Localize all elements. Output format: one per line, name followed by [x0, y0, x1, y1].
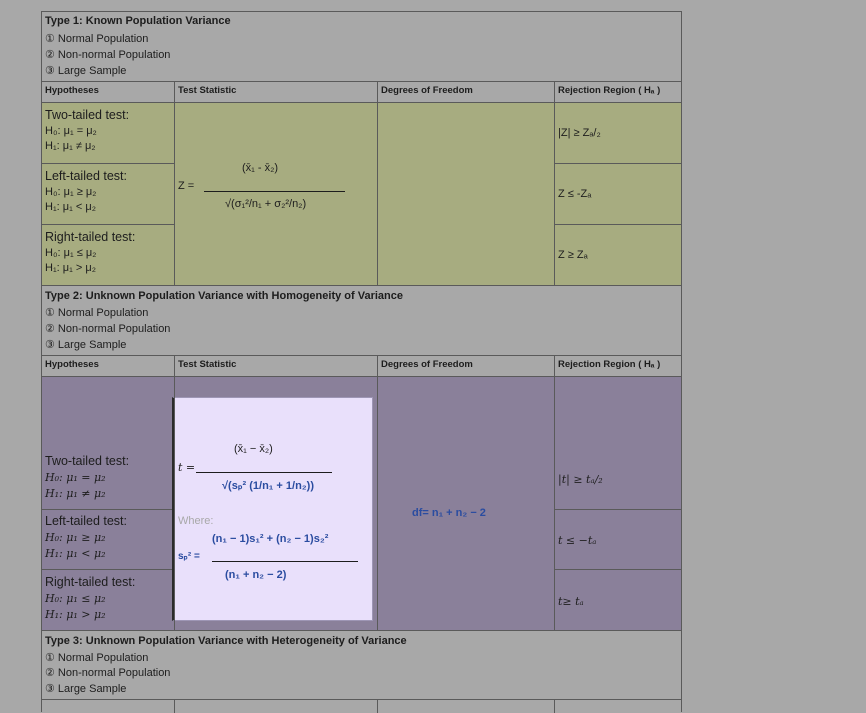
type2-formula-denominator: √(sₚ² (1/n₁ + 1/n₂)) — [222, 480, 314, 492]
sp-formula-numerator: (n₁ − 1)s₁² + (n₂ − 1)s₂² — [212, 533, 329, 545]
type2-rejection-two-tailed: |t| ≥ tₐ/₂ — [558, 473, 603, 486]
type1-row-left-tailed: Left-tailed test: H₀: μ₁ ≥ μ₂ H₁: μ₁ < μ… — [45, 169, 127, 213]
type1-fraction-bar — [204, 191, 345, 192]
type2-formula-card: t = (x̄₁ − x̄₂) √(sₚ² (1/n₁ + 1/n₂)) Whe… — [172, 397, 373, 621]
type1-row-title: Two-tailed test: — [45, 108, 130, 122]
type1-condition-3: ③ Large Sample — [45, 65, 127, 77]
type3-condition-2: ② Non-normal Population — [45, 667, 171, 679]
type1-header-test-statistic: Test Statistic — [178, 85, 237, 96]
sp-formula-lhs: sₚ² = — [178, 551, 200, 562]
type2-rejection-left-tailed: t ≤ −tₐ — [558, 534, 597, 547]
type2-alt-hypothesis: H₁: μ₁ > μ₂ — [45, 608, 106, 621]
type2-row-left-tailed: Left-tailed test: H₀: μ₁ ≥ μ₂ H₁: μ₁ < μ… — [45, 514, 127, 560]
type2-row-title: Two-tailed test: — [45, 454, 130, 468]
type1-title: Type 1: Known Population Variance — [45, 15, 231, 27]
type1-rejection-two-tailed: |Z| ≥ Zₐ/₂ — [558, 127, 601, 139]
type1-rejection-left-tailed: Z ≤ -Zₐ — [558, 188, 592, 200]
type3-condition-1: ① Normal Population — [45, 652, 149, 664]
type2-null-hypothesis: H₀: μ₁ ≤ μ₂ — [45, 592, 106, 605]
type2-header-rejection-region: Rejection Region ( Hₐ ) — [558, 359, 661, 370]
statistics-table-sheet: Type 1: Known Population Variance ① Norm… — [41, 11, 682, 713]
type3-title: Type 3: Unknown Population Variance with… — [45, 635, 407, 647]
type1-condition-2: ② Non-normal Population — [45, 49, 171, 61]
type1-alt-hypothesis: H₁: μ₁ ≠ μ₂ — [45, 140, 96, 152]
type2-where-label: Where: — [178, 515, 214, 527]
type2-header-test-statistic: Test Statistic — [178, 359, 237, 370]
type2-condition-1: ① Normal Population — [45, 307, 149, 319]
type2-row-title: Left-tailed test: — [45, 514, 127, 528]
type1-header-hypotheses: Hypotheses — [45, 85, 99, 96]
type1-row-right-tailed: Right-tailed test: H₀: μ₁ ≤ μ₂ H₁: μ₁ > … — [45, 230, 135, 274]
type1-null-hypothesis: H₀: μ₁ ≤ μ₂ — [45, 247, 97, 259]
type2-row-two-tailed: Two-tailed test: H₀: μ₁ = μ₂ H₁: μ₁ ≠ μ₂ — [45, 454, 129, 500]
type1-alt-hypothesis: H₁: μ₁ > μ₂ — [45, 262, 96, 274]
type2-formula-numerator: (x̄₁ − x̄₂) — [234, 443, 273, 455]
type2-row-title: Right-tailed test: — [45, 575, 136, 589]
type1-row-title: Left-tailed test: — [45, 169, 127, 183]
type2-null-hypothesis: H₀: μ₁ ≥ μ₂ — [45, 531, 106, 544]
sp-fraction-bar — [212, 561, 358, 562]
type2-row-right-tailed: Right-tailed test: H₀: μ₁ ≤ μ₂ H₁: μ₁ > … — [45, 575, 135, 621]
type1-alt-hypothesis: H₁: μ₁ < μ₂ — [45, 201, 96, 213]
type2-formula-lhs: t = — [178, 461, 196, 474]
type1-formula-denominator: √(σ₁²/n₁ + σ₂²/n₂) — [225, 198, 307, 210]
type1-formula-numerator: (x̄₁ - x̄₂) — [242, 162, 279, 174]
type2-header-hypotheses: Hypotheses — [45, 359, 99, 370]
type1-row-two-tailed: Two-tailed test: H₀: μ₁ = μ₂ H₁: μ₁ ≠ μ₂ — [45, 108, 129, 152]
type2-rejection-right-tailed: t≥ tₐ — [558, 595, 584, 608]
type1-null-hypothesis: H₀: μ₁ ≥ μ₂ — [45, 186, 97, 198]
type2-alt-hypothesis: H₁: μ₁ ≠ μ₂ — [45, 487, 106, 500]
type2-alt-hypothesis: H₁: μ₁ < μ₂ — [45, 547, 106, 560]
type2-header-degrees-of-freedom: Degrees of Freedom — [381, 359, 473, 370]
sp-formula-denominator: (n₁ + n₂ − 2) — [225, 569, 287, 581]
type2-degrees-of-freedom: df= n₁ + n₂ − 2 — [412, 507, 486, 519]
type1-header-degrees-of-freedom: Degrees of Freedom — [381, 85, 473, 96]
type2-title: Type 2: Unknown Population Variance with… — [45, 290, 403, 302]
type2-fraction-bar — [196, 472, 332, 473]
type1-row-title: Right-tailed test: — [45, 230, 136, 244]
type2-condition-3: ③ Large Sample — [45, 339, 127, 351]
type1-condition-1: ① Normal Population — [45, 33, 149, 45]
type2-null-hypothesis: H₀: μ₁ = μ₂ — [45, 471, 106, 484]
type1-rejection-right-tailed: Z ≥ Zₐ — [558, 249, 588, 261]
type1-null-hypothesis: H₀: μ₁ = μ₂ — [45, 125, 97, 137]
type3-condition-3: ③ Large Sample — [45, 683, 127, 695]
type1-header-rejection-region: Rejection Region ( Hₐ ) — [558, 85, 661, 96]
type2-condition-2: ② Non-normal Population — [45, 323, 171, 335]
type1-formula-lhs: Z = — [178, 180, 195, 192]
